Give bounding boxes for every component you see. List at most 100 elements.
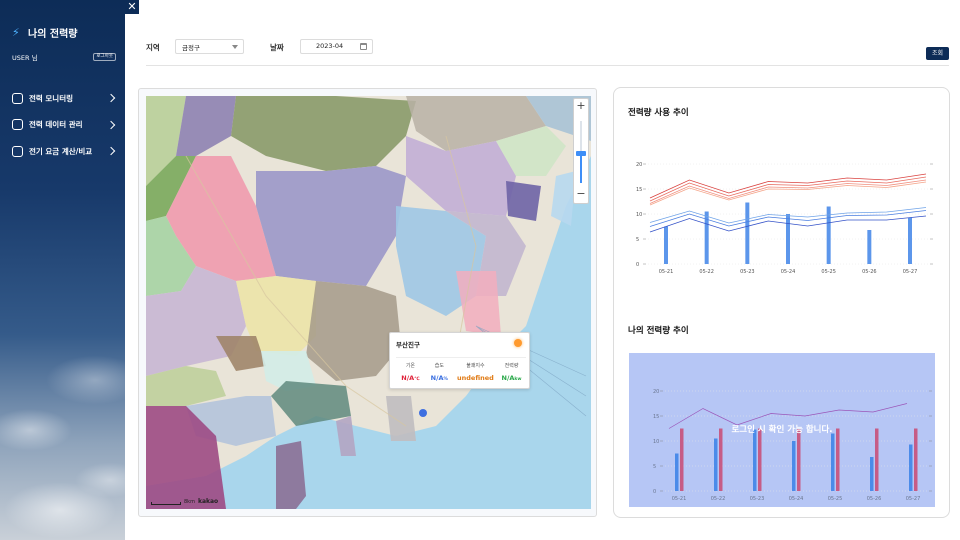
map-scale: 8km kakao <box>151 498 218 505</box>
scale-label: 8km <box>184 499 195 505</box>
sidebar-item-label: 전기 요금 계산/비교 <box>29 146 93 156</box>
zoom-in-button[interactable]: + <box>574 99 588 113</box>
my-usage-bar <box>831 433 835 491</box>
zoom-level-fill <box>580 155 582 183</box>
usage-trend-chart: 0 5 10 15 20 05-21 05-22 05-23 05-24 05-25 05-26 05… <box>636 162 933 275</box>
discomfort-index-value: undefined <box>457 374 494 382</box>
popup-stats: 기온 습도 불쾌지수 전력량 N/A℃ N/A% undefined N/Akw <box>396 357 526 382</box>
y-tick-label: 20 <box>636 162 642 168</box>
sidebar: ⚡ 나의 전력량 USER 님 로그아웃 전력 모니터링 전력 데이터 관리 전… <box>0 0 125 540</box>
scale-bar <box>151 502 181 505</box>
data-icon <box>12 119 23 130</box>
y-tick-label: 10 <box>653 439 659 445</box>
chevron-right-icon <box>106 146 116 156</box>
y-tick-label: 10 <box>636 212 642 218</box>
my-usage-chart-title: 나의 전력량 추이 <box>628 326 689 336</box>
sidebar-item-data[interactable]: 전력 데이터 관리 <box>12 116 118 134</box>
x-tick-label: 05-26 <box>867 496 882 502</box>
x-tick-label: 05-22 <box>711 496 726 502</box>
x-tick-label: 05-22 <box>699 269 714 275</box>
comparison-bar <box>836 428 840 491</box>
usage-chart-title: 전력량 사용 추이 <box>628 108 689 118</box>
app-title: 나의 전력량 <box>28 29 78 40</box>
caret-down-icon <box>232 45 238 49</box>
map-card: + − 8km kakao 부산진구 기온 습도 불쾌지수 전력량 N/A℃ N… <box>138 88 597 517</box>
sidebar-item-label: 전력 모니터링 <box>29 93 74 103</box>
app-logo[interactable]: ⚡ 나의 전력량 <box>12 25 77 40</box>
my-usage-bar <box>792 441 796 491</box>
x-tick-label: 05-27 <box>903 269 918 275</box>
sidebar-nav: 전력 모니터링 전력 데이터 관리 전기 요금 계산/비교 <box>12 89 118 169</box>
date-value: 2023-04 <box>316 42 344 50</box>
x-tick-label: 05-25 <box>821 269 836 275</box>
comparison-bar <box>680 428 684 491</box>
my-usage-bar <box>675 453 679 491</box>
comparison-bar <box>719 428 723 491</box>
date-input[interactable]: 2023-04 <box>300 39 373 54</box>
usage-bar <box>786 214 790 264</box>
region[interactable] <box>386 396 416 441</box>
sidebar-item-label: 전력 데이터 관리 <box>29 120 83 129</box>
popup-district-name: 부산진구 <box>396 341 420 349</box>
y-tick-label: 0 <box>636 262 639 268</box>
humidity-value: N/A% <box>430 374 448 382</box>
date-label: 날짜 <box>270 43 284 52</box>
y-tick-label: 5 <box>636 237 639 243</box>
chevron-right-icon <box>106 120 116 129</box>
x-tick-label: 05-23 <box>750 496 765 502</box>
region-select[interactable]: 금정구 <box>175 39 244 54</box>
map-regions <box>146 96 591 509</box>
x-tick-label: 05-21 <box>659 269 674 275</box>
my-usage-bar <box>714 438 718 491</box>
y-tick-label: 20 <box>653 389 659 395</box>
power-value: N/Akw <box>501 374 522 382</box>
logout-button[interactable]: 로그아웃 <box>93 53 116 61</box>
comparison-bar <box>875 428 879 491</box>
y-tick-label: 15 <box>653 414 659 420</box>
x-tick-label: 05-21 <box>672 496 687 502</box>
stat-header: 습도 <box>434 363 444 369</box>
calendar-icon <box>360 43 367 50</box>
region-select-value: 금정구 <box>182 44 200 52</box>
y-tick-label: 15 <box>636 187 642 193</box>
user-row: USER 님 로그아웃 <box>12 52 116 62</box>
usage-line <box>649 173 927 199</box>
filter-bar: 지역 금정구 날짜 2023-04 조회 <box>146 38 949 66</box>
user-label: USER 님 <box>12 54 38 62</box>
x-tick-label: 05-24 <box>781 269 796 275</box>
region[interactable] <box>276 441 306 509</box>
calculator-icon <box>12 145 23 157</box>
zoom-out-button[interactable]: − <box>574 187 588 201</box>
district-map[interactable]: + − 8km kakao 부산진구 기온 습도 불쾌지수 전력량 N/A℃ N… <box>146 96 591 509</box>
login-required-message: 로그인 시 확인 가능 합니다. <box>731 425 833 435</box>
monitor-icon <box>12 92 23 104</box>
comparison-bar <box>758 428 762 491</box>
stat-header: 전력량 <box>504 363 519 369</box>
zoom-slider-handle[interactable] <box>576 151 586 156</box>
zoom-control: + − <box>573 98 589 204</box>
x-tick-label: 05-27 <box>906 496 921 502</box>
district-info-popup: 부산진구 기온 습도 불쾌지수 전력량 N/A℃ N/A% undefined … <box>389 332 530 389</box>
usage-bar <box>745 202 750 264</box>
lightning-icon: ⚡ <box>12 25 20 39</box>
comparison-bar <box>797 428 801 491</box>
query-button[interactable]: 조회 <box>926 47 949 60</box>
my-usage-chart-area: 0 5 10 15 20 05-21 05-22 05-23 05-24 05-25 05-26 05… <box>629 353 935 507</box>
usage-bar <box>908 217 912 264</box>
chart-card: 전력량 사용 추이 0 5 10 15 20 05-21 05-22 05-23 05-24 05… <box>613 87 950 518</box>
stat-header: 불쾌지수 <box>466 363 485 369</box>
x-tick-label: 05-25 <box>828 496 843 502</box>
usage-bar <box>664 226 668 264</box>
sidebar-clouds-background <box>0 310 125 540</box>
y-tick-label: 5 <box>653 464 656 470</box>
temperature-value: N/A℃ <box>401 374 420 382</box>
close-sidebar-button[interactable]: ✕ <box>125 0 139 14</box>
chevron-right-icon <box>106 93 116 103</box>
sidebar-item-calculator[interactable]: 전기 요금 계산/비교 <box>12 142 118 160</box>
comparison-bar <box>914 428 918 491</box>
y-tick-label: 0 <box>653 489 656 495</box>
sidebar-item-monitoring[interactable]: 전력 모니터링 <box>12 89 118 107</box>
region[interactable] <box>506 181 541 221</box>
my-usage-bar <box>909 444 913 491</box>
my-usage-bar <box>870 457 874 491</box>
